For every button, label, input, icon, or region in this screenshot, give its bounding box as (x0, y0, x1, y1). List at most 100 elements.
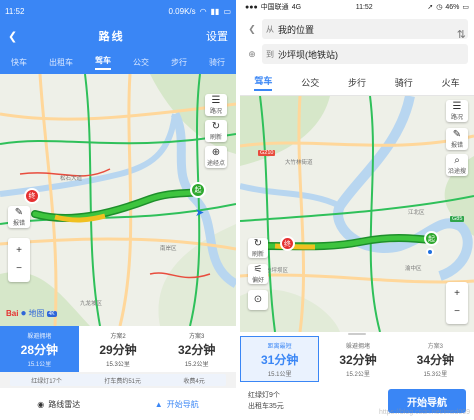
bottom-actions: ◉ 路线雷达 ▲ 开始导航 (0, 388, 236, 420)
title-bar: ❮ 路线 设置 (0, 22, 236, 50)
crosshair-icon: ⊙ (253, 294, 263, 305)
logo-suffix: 地图 (28, 309, 45, 318)
route-duration: 32分钟 (178, 342, 216, 357)
from-label: 从 (266, 24, 274, 34)
route-search: ❮ 从 我的位置 ⊕ 到 沙坪坝(地铁站) ⇅ (240, 14, 474, 70)
tab-train[interactable]: 火车 (442, 76, 460, 89)
route-option-2[interactable]: 方案2 29分钟 15.3公里 (79, 326, 158, 372)
route-option-1[interactable]: 躲避拥堵 28分钟 15.1公里 (0, 326, 79, 372)
start-navigation-label: 开始导航 (166, 399, 199, 409)
zoom-control: + − (446, 282, 468, 324)
paw-icon: ● (20, 308, 27, 319)
route-tag: 方案3 (427, 343, 443, 350)
page-title: 路线 (98, 31, 125, 43)
tab-drive[interactable]: 驾车 (254, 74, 273, 91)
route-tag: 方案2 (110, 333, 126, 340)
to-value: 沙坪坝(地铁站) (278, 49, 338, 60)
status-battery: 46% (445, 3, 460, 11)
route-option-3[interactable]: 方案3 34分钟 15.3公里 (397, 336, 474, 382)
traffic-button[interactable]: ☰ 路况 (446, 100, 468, 122)
preference-button[interactable]: ⚟ 偏好 (248, 264, 268, 284)
tab-taxi[interactable]: 出租车 (49, 57, 73, 68)
map-label: 九龙坡区 (80, 301, 103, 307)
logo-text: Bai (6, 309, 19, 318)
status-time: 11:52 (355, 3, 373, 11)
status-carrier: 中国联通 (260, 4, 289, 11)
swap-icon[interactable]: ⇅ (457, 28, 466, 41)
route-map[interactable]: 大竹林街道 江北区 沙坪坝区 渝中区 G210 G85 起 终 ☰ 路况 ✎ 报… (240, 96, 474, 332)
traffic-light-icon: ☰ (452, 100, 462, 112)
map-label: 松石大道 (60, 176, 83, 182)
alarm-icon: ◷ (436, 4, 443, 11)
traffic-button[interactable]: ☰ 路况 (205, 94, 227, 116)
logo-badge: 4K (46, 310, 57, 317)
route-option-1[interactable]: 距离最短 31分钟 15.1公里 (240, 336, 320, 382)
report-icon: ✎ (452, 128, 462, 140)
settings-button[interactable]: 设置 (206, 28, 228, 44)
report-button[interactable]: ✎ 报错 (446, 128, 468, 150)
map-label: 江北区 (408, 210, 425, 216)
tab-express[interactable]: 快车 (11, 57, 27, 68)
refresh-button[interactable]: ↻ 刷新 (205, 120, 227, 142)
route-tag: 躲避拥堵 (27, 333, 52, 340)
refresh-icon: ↻ (253, 237, 263, 249)
preference-label: 偏好 (251, 277, 264, 284)
report-icon: ✎ (14, 206, 24, 218)
sliders-icon: ⚟ (253, 263, 263, 275)
route-duration: 31分钟 (260, 352, 299, 367)
end-marker[interactable]: 终 (24, 188, 40, 204)
route-distance: 15.2公里 (184, 361, 209, 368)
mode-tabs: 快车 出租车 驾车 公交 步行 骑行 (0, 50, 236, 74)
tab-bike[interactable]: 骑行 (209, 57, 225, 68)
mode-tabs: 驾车 公交 步行 骑行 火车 (240, 70, 474, 96)
route-option-3[interactable]: 方案3 32分钟 15.2公里 (157, 326, 236, 372)
via-point-icon: ⊕ (211, 146, 221, 158)
status-network: 4G (291, 3, 302, 11)
add-waypoint-icon[interactable]: ⊕ (246, 49, 258, 60)
refresh-button[interactable]: ↻ 刷新 (248, 238, 268, 258)
route-options: 距离最短 31分钟 15.1公里 躲避拥堵 32分钟 15.2公里 方案3 34… (240, 336, 474, 382)
via-point-button[interactable]: ⊕ 途经点 (205, 146, 227, 168)
to-field[interactable]: 到 沙坪坝(地铁站) (262, 44, 468, 64)
back-arrow-icon[interactable]: ❮ (246, 24, 258, 35)
left-screenshot: 11:52 0.09K/s ◠ ▮▮ ▭ ❮ 路线 设置 快车 出租车 驾车 公… (0, 0, 236, 420)
refresh-label: 刷新 (209, 134, 222, 141)
start-navigation-button[interactable]: ▲ 开始导航 (155, 399, 199, 410)
tab-bus[interactable]: 公交 (133, 57, 149, 68)
back-arrow-icon[interactable]: ❮ (8, 30, 17, 43)
from-field[interactable]: 从 我的位置 (262, 19, 468, 39)
highway-badge: G210 (258, 150, 276, 156)
map-label: 渝中区 (405, 266, 422, 272)
zoom-out-icon[interactable]: − (16, 264, 22, 274)
route-tag: 躲避拥堵 (345, 343, 370, 350)
zoom-out-icon[interactable]: − (454, 307, 460, 317)
start-marker[interactable]: 起 (424, 231, 439, 246)
route-duration: 28分钟 (20, 342, 59, 357)
tab-bus[interactable]: 公交 (301, 76, 319, 89)
zoom-in-icon[interactable]: + (16, 246, 22, 256)
route-option-2[interactable]: 躲避拥堵 32分钟 15.2公里 (319, 336, 396, 382)
zoom-in-icon[interactable]: + (454, 289, 460, 299)
route-tag: 方案3 (189, 333, 205, 340)
start-marker[interactable]: 起 (190, 182, 206, 198)
tab-bike[interactable]: 骑行 (395, 76, 413, 89)
route-map[interactable]: 松石大道 南岸区 九龙坡区 起 终 ➤ ☰ 路况 ↻ 刷新 ⊕ 途经点 ✎ 报错… (0, 74, 236, 326)
map-label: 沙坪坝区 (266, 268, 289, 274)
tab-walk[interactable]: 步行 (348, 76, 366, 89)
along-search-button[interactable]: ⌕ 沿途搜 (446, 154, 468, 176)
locate-button[interactable]: ⊙ (248, 290, 268, 310)
route-radar-button[interactable]: ◉ 路线雷达 (37, 399, 80, 410)
refresh-label: 刷新 (251, 251, 264, 258)
tab-walk[interactable]: 步行 (171, 57, 187, 68)
map-label: 南岸区 (160, 246, 177, 252)
end-marker[interactable]: 终 (280, 236, 295, 251)
map-label: 大竹林街道 (285, 160, 313, 166)
refresh-icon: ↻ (211, 120, 221, 132)
route-duration: 29分钟 (99, 342, 137, 357)
tab-drive[interactable]: 驾车 (95, 55, 111, 70)
route-tag: 距离最短 (267, 343, 292, 350)
toll-fee: 收费4元 (183, 378, 205, 385)
report-button[interactable]: ✎ 报错 (8, 206, 30, 228)
highway-badge: G85 (450, 216, 465, 222)
wifi-icon: ◠ (199, 6, 207, 16)
